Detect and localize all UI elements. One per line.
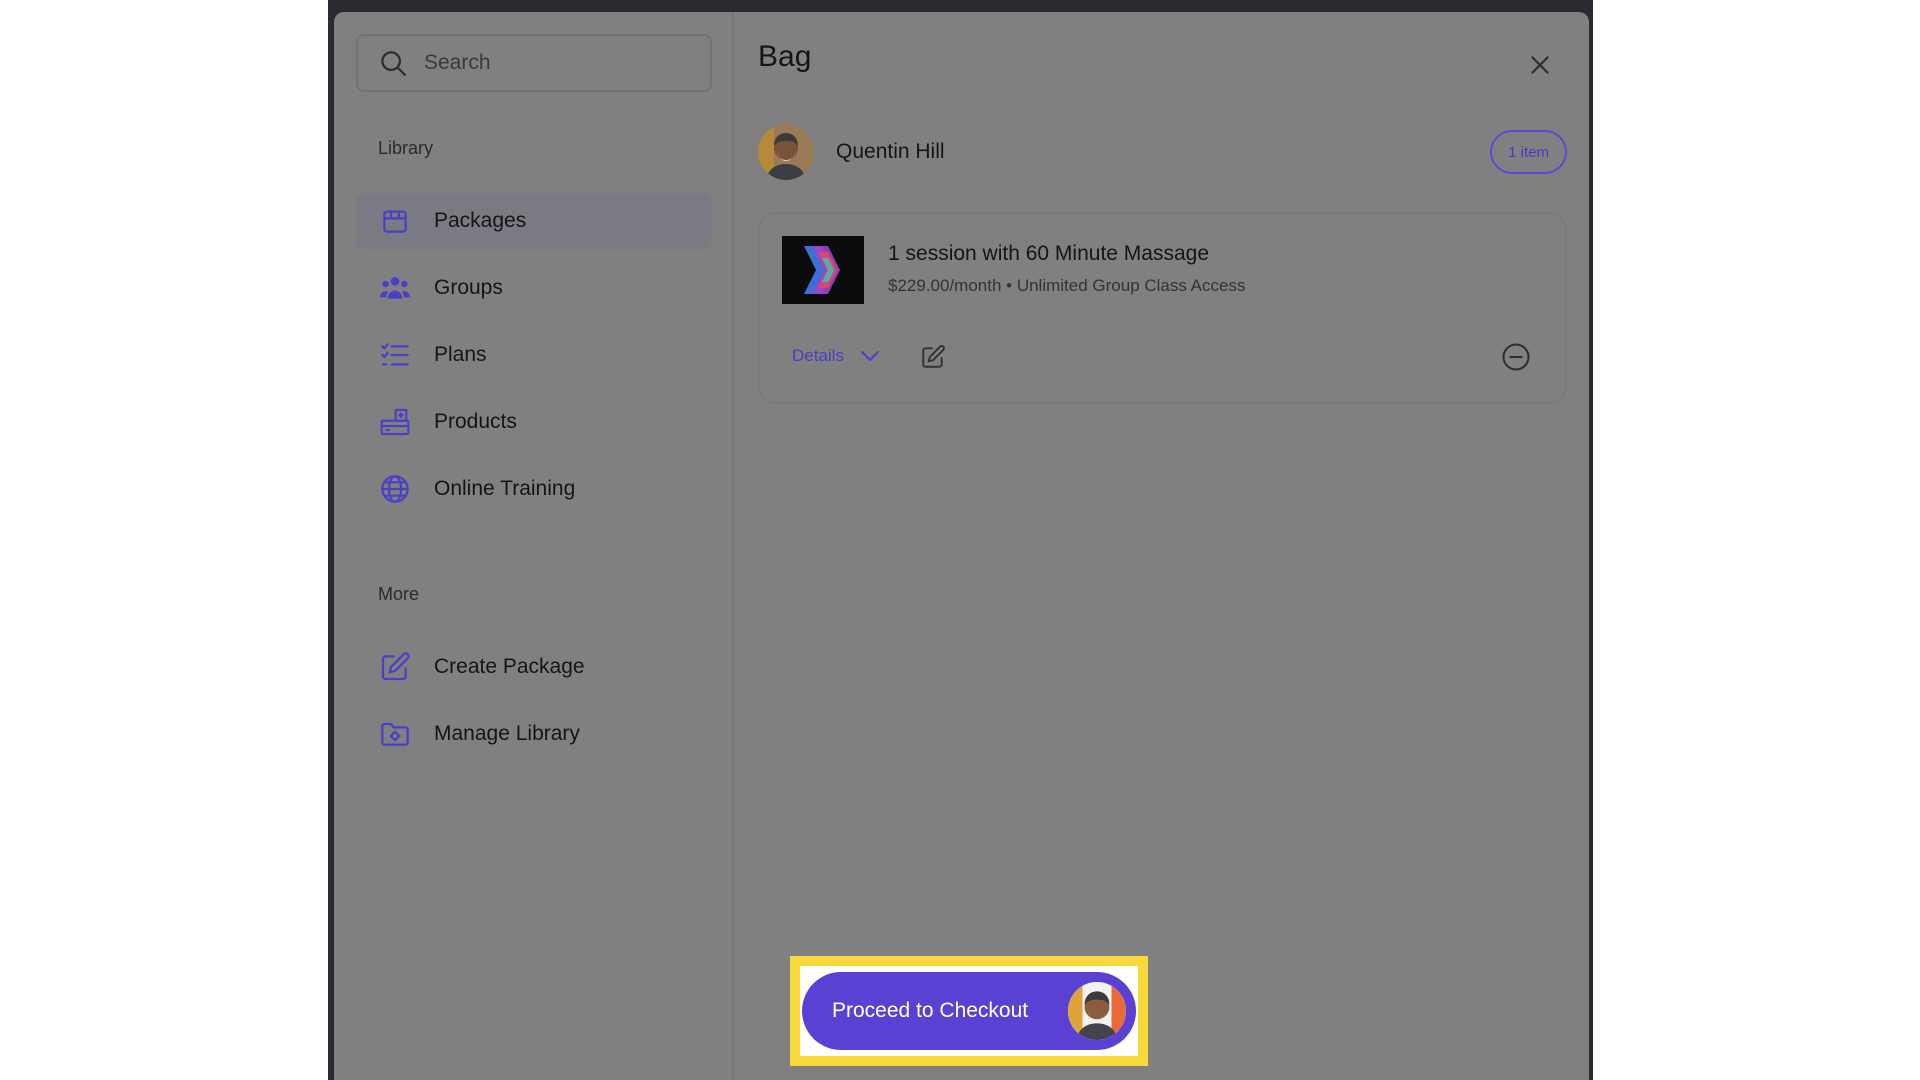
bag-modal: Search Library Packages Groups Plans Pro… (334, 12, 1589, 1080)
checkout-highlight-inner: Proceed to Checkout (800, 966, 1138, 1056)
package-subtitle: $229.00/month • Unlimited Group Class Ac… (888, 276, 1246, 295)
edit-item-button[interactable] (920, 344, 946, 370)
client-row: Quentin Hill 1 item (758, 122, 1567, 182)
sidebar-item-online-training[interactable]: Online Training (356, 461, 712, 517)
package-title: 1 session with 60 Minute Massage (888, 242, 1209, 265)
bag-item-card: 1 session with 60 Minute Massage $229.00… (758, 212, 1567, 404)
more-section-label: More (378, 584, 420, 604)
client-name: Quentin Hill (836, 140, 945, 163)
sidebar-item-manage-library[interactable]: Manage Library (356, 706, 712, 762)
sidebar-item-label: Products (434, 410, 517, 433)
package-thumbnail (782, 236, 864, 304)
proceed-to-checkout-button[interactable]: Proceed to Checkout (802, 972, 1136, 1050)
package-icon (378, 204, 412, 238)
sidebar-item-label: Manage Library (434, 722, 580, 745)
close-button[interactable] (1527, 52, 1553, 78)
sidebar-item-products[interactable]: Products (356, 394, 712, 450)
sidebar-item-create-package[interactable]: Create Package (356, 639, 712, 695)
edit-icon (378, 650, 412, 684)
minus-circle-icon (1502, 343, 1530, 371)
close-icon (1531, 56, 1549, 74)
details-label: Details (792, 346, 844, 365)
details-toggle[interactable]: Details (792, 344, 882, 368)
remove-item-button[interactable] (1501, 342, 1531, 372)
sidebar-item-groups[interactable]: Groups (356, 260, 712, 316)
bag-title: Bag (758, 40, 812, 73)
checkout-label: Proceed to Checkout (832, 999, 1029, 1022)
library-section-label: Library (378, 138, 434, 158)
list-icon (378, 338, 412, 372)
sidebar-item-label: Packages (434, 209, 527, 232)
library-sidebar: Search Library Packages Groups Plans Pro… (334, 12, 734, 1080)
search-input[interactable]: Search (356, 34, 712, 92)
search-placeholder: Search (424, 51, 491, 74)
sidebar-item-label: Plans (434, 343, 487, 366)
sidebar-item-label: Groups (434, 276, 503, 299)
sidebar-item-plans[interactable]: Plans (356, 327, 712, 383)
edit-icon (922, 345, 945, 368)
avatar (1068, 982, 1126, 1040)
avatar (758, 124, 814, 180)
checkout-highlight: Proceed to Checkout (790, 956, 1148, 1066)
sidebar-item-label: Online Training (434, 477, 576, 500)
item-count-badge: 1 item (1490, 130, 1567, 174)
sidebar-item-packages[interactable]: Packages (356, 193, 712, 249)
search-icon (381, 51, 406, 76)
chevron-down-icon (860, 351, 879, 361)
groups-icon (378, 271, 412, 305)
folder-settings-icon (378, 717, 412, 751)
bag-panel: Bag Quentin Hill 1 item 1 session with 6… (736, 12, 1589, 1080)
products-icon (378, 405, 412, 439)
globe-icon (378, 472, 412, 506)
sidebar-item-label: Create Package (434, 655, 585, 678)
